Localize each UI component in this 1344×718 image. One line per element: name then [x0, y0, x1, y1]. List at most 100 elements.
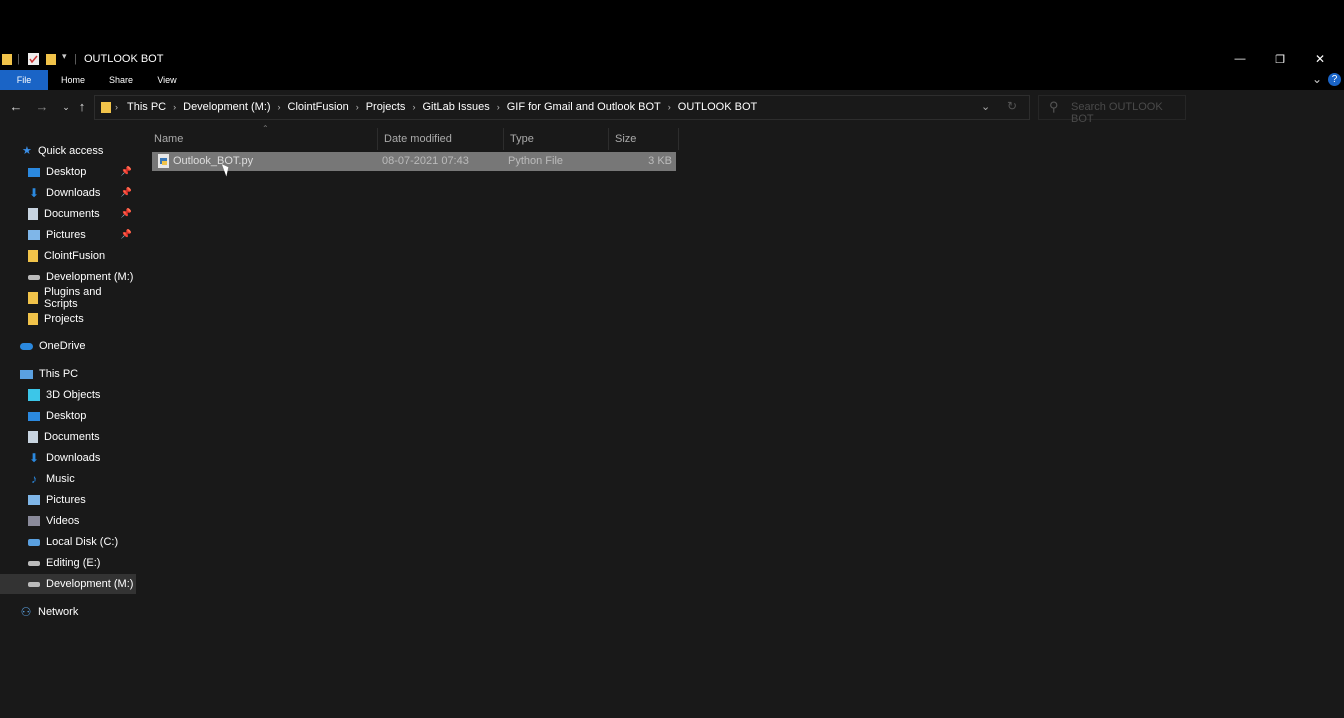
refresh-icon[interactable]: ↻	[1007, 99, 1017, 113]
tab-view[interactable]: View	[146, 70, 188, 90]
folder-icon	[28, 250, 38, 262]
breadcrumb-projects[interactable]: Projects	[366, 101, 406, 113]
chevron-right-icon[interactable]: ›	[278, 102, 281, 112]
table-row[interactable]: Outlook_BOT.py 08-07-2021 07:43 Python F…	[152, 152, 676, 171]
file-size: 3 KB	[648, 155, 672, 167]
breadcrumb-clointfusion[interactable]: ClointFusion	[288, 101, 349, 113]
nav-item-clointfusion[interactable]: ClointFusion	[0, 246, 136, 266]
folder-icon	[101, 102, 111, 113]
breadcrumb-root-chevron-icon[interactable]: ›	[115, 102, 118, 112]
breadcrumb-outlook-bot[interactable]: OUTLOOK BOT	[678, 101, 757, 113]
nav-item-documents[interactable]: Documents 📌	[0, 204, 136, 224]
up-arrow-icon[interactable]: ↑	[75, 100, 89, 114]
recent-locations-icon[interactable]: ⌄	[59, 100, 73, 114]
customize-toolbar-icon[interactable]: ▾	[62, 51, 67, 63]
nav-item-plugins-and-scripts[interactable]: Plugins and Scripts	[0, 286, 136, 310]
search-input[interactable]: Search OUTLOOK BOT	[1071, 101, 1185, 125]
folder-icon	[28, 292, 38, 304]
nav-item-videos[interactable]: Videos	[0, 511, 136, 531]
nav-item-pictures-pc[interactable]: Pictures	[0, 490, 136, 510]
pin-icon[interactable]: 📌	[121, 166, 132, 177]
tab-share[interactable]: Share	[100, 70, 142, 90]
desktop-icon	[28, 167, 40, 177]
nav-quick-access[interactable]: ★ Quick access	[0, 141, 136, 161]
drive-icon	[28, 581, 40, 587]
nav-item-editing-e[interactable]: Editing (E:)	[0, 553, 136, 573]
drive-icon	[28, 274, 40, 280]
pin-icon[interactable]: 📌	[121, 187, 132, 198]
nav-item-development-m[interactable]: Development (M:)	[0, 574, 136, 594]
breadcrumb: This PC › Development (M:) › ClointFusion ›…	[127, 101, 757, 113]
navigation-pane: ★ Quick access Desktop 📌 ⬇ Downloads 📌 D…	[0, 124, 136, 718]
column-header-name[interactable]: Name	[148, 128, 378, 150]
search-box[interactable]: ⚲ Search OUTLOOK BOT	[1038, 95, 1186, 125]
search-icon: ⚲	[1049, 99, 1059, 114]
breadcrumb-gif-folder[interactable]: GIF for Gmail and Outlook BOT	[507, 101, 661, 113]
back-arrow-icon[interactable]: ←	[9, 100, 23, 114]
document-icon	[28, 208, 38, 220]
pin-icon[interactable]: 📌	[121, 229, 132, 240]
breadcrumb-gitlab-issues[interactable]: GitLab Issues	[422, 101, 489, 113]
python-file-icon	[158, 154, 169, 168]
tab-home[interactable]: Home	[52, 70, 94, 90]
file-date: 08-07-2021 07:43	[382, 155, 469, 167]
nav-item-development-quick[interactable]: Development (M:)	[0, 267, 136, 287]
cube-icon	[28, 389, 40, 401]
nav-item-music[interactable]: ♪ Music	[0, 469, 136, 489]
picture-icon	[28, 495, 40, 505]
breadcrumb-this-pc[interactable]: This PC	[127, 101, 166, 113]
nav-item-desktop-pc[interactable]: Desktop	[0, 406, 136, 426]
folder-icon	[2, 54, 12, 65]
title-bar: | ▾ | OUTLOOK BOT — ❐ ✕	[0, 48, 1344, 70]
help-icon[interactable]: ?	[1328, 73, 1341, 86]
nav-this-pc[interactable]: This PC	[0, 364, 136, 384]
minimize-button[interactable]: —	[1220, 48, 1260, 70]
network-icon: ⚇	[20, 605, 32, 619]
file-type: Python File	[508, 155, 564, 167]
address-bar[interactable]: › This PC › Development (M:) › ClointFusio…	[94, 95, 1030, 120]
window-title: OUTLOOK BOT	[84, 53, 164, 65]
nav-item-documents-pc[interactable]: Documents	[0, 427, 136, 447]
forward-arrow-icon[interactable]: →	[35, 100, 49, 114]
nav-item-downloads[interactable]: ⬇ Downloads 📌	[0, 183, 136, 203]
chevron-right-icon[interactable]: ›	[497, 102, 500, 112]
column-header-type[interactable]: Type	[504, 128, 609, 150]
desktop-icon	[28, 411, 40, 421]
nav-item-pictures[interactable]: Pictures 📌	[0, 225, 136, 245]
nav-item-projects[interactable]: Projects	[0, 309, 136, 329]
properties-icon[interactable]	[28, 53, 39, 65]
column-header-size[interactable]: Size	[609, 128, 679, 150]
address-dropdown-icon[interactable]: ⌄	[981, 100, 990, 113]
chevron-right-icon[interactable]: ›	[356, 102, 359, 112]
drive-icon	[28, 560, 40, 566]
download-icon: ⬇	[28, 186, 40, 200]
nav-onedrive[interactable]: OneDrive	[0, 336, 136, 356]
tab-file[interactable]: File	[0, 70, 48, 90]
ribbon-expand-icon[interactable]: ⌄	[1310, 72, 1324, 86]
file-list: ⌃ Name Date modified Type Size Outlook_B…	[136, 124, 1344, 718]
document-icon	[28, 431, 38, 443]
download-icon: ⬇	[28, 451, 40, 465]
breadcrumb-development[interactable]: Development (M:)	[183, 101, 270, 113]
ribbon: File Home Share View ⌄ ?	[0, 70, 1344, 90]
chevron-right-icon[interactable]: ›	[173, 102, 176, 112]
pin-icon[interactable]: 📌	[121, 208, 132, 219]
star-icon: ★	[22, 145, 32, 157]
new-folder-icon[interactable]	[46, 53, 56, 65]
chevron-right-icon[interactable]: ›	[412, 102, 415, 112]
computer-icon	[20, 369, 33, 379]
nav-item-downloads-pc[interactable]: ⬇ Downloads	[0, 448, 136, 468]
nav-item-desktop[interactable]: Desktop 📌	[0, 162, 136, 182]
chevron-right-icon[interactable]: ›	[668, 102, 671, 112]
explorer-window: | ▾ | OUTLOOK BOT — ❐ ✕ File Home Share …	[0, 48, 1344, 718]
nav-item-local-disk-c[interactable]: Local Disk (C:)	[0, 532, 136, 552]
maximize-button[interactable]: ❐	[1260, 48, 1300, 70]
music-icon: ♪	[31, 472, 37, 486]
column-header-date[interactable]: Date modified	[378, 128, 504, 150]
nav-network[interactable]: ⚇ Network	[0, 602, 136, 622]
cloud-icon	[20, 342, 33, 350]
folder-icon	[28, 313, 38, 325]
close-button[interactable]: ✕	[1300, 48, 1340, 70]
nav-item-3d-objects[interactable]: 3D Objects	[0, 385, 136, 405]
file-name: Outlook_BOT.py	[173, 155, 254, 167]
